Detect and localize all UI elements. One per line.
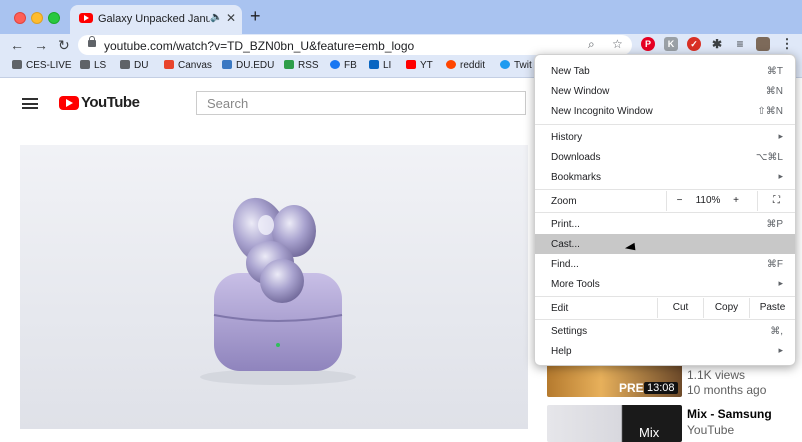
menu-separator — [535, 296, 795, 297]
tab-close-button[interactable]: ✕ — [226, 11, 236, 25]
zoom-icon[interactable]: ⌕ — [588, 37, 595, 52]
menu-item-bookmarks[interactable]: Bookmarks ▸ — [535, 167, 795, 187]
lock-icon[interactable] — [88, 36, 96, 47]
youtube-favicon-icon — [79, 13, 93, 23]
menu-item-new-incognito-window[interactable]: New Incognito Window ⇧⌘N — [535, 101, 795, 121]
video-player[interactable] — [20, 145, 528, 429]
zoom-out-button[interactable]: − — [666, 191, 692, 211]
du-icon — [222, 60, 232, 69]
reddit-icon — [446, 60, 456, 69]
tab-youtube[interactable]: Galaxy Unpacked January 🔈 ✕ — [70, 5, 242, 34]
speaker-icon[interactable]: 🔈 — [210, 12, 222, 23]
bookmark-item[interactable]: LI — [369, 60, 391, 71]
chevron-right-icon: ▸ — [778, 131, 783, 141]
twitter-icon — [500, 60, 510, 69]
toolbar: ← → ↻ youtube.com/watch?v=TD_BZN0bn_U&fe… — [0, 34, 802, 56]
bookmark-item[interactable]: YT — [406, 60, 433, 71]
menu-item-cast[interactable]: Cast... — [535, 234, 795, 254]
chevron-right-icon: ▸ — [778, 278, 783, 288]
menu-item-history[interactable]: History ▸ — [535, 127, 795, 147]
bookmark-icon — [12, 60, 22, 69]
extension-icon[interactable]: ✓ — [687, 37, 701, 51]
back-button[interactable]: ← — [10, 36, 24, 54]
close-window-button[interactable] — [14, 12, 26, 24]
menu-zoom-row: Zoom − 110% + ⛶ — [535, 191, 795, 211]
youtube-logo-icon[interactable] — [59, 96, 79, 110]
reload-button[interactable]: ↻ — [58, 36, 70, 54]
media-control-icon[interactable]: ≡ — [733, 37, 747, 51]
browser-window: Galaxy Unpacked January 🔈 ✕ + ← → ↻ yout… — [0, 0, 802, 442]
chevron-right-icon: ▸ — [778, 171, 783, 181]
tab-title: Galaxy Unpacked January — [98, 13, 210, 25]
duration-badge: 13:08 — [644, 382, 678, 394]
bookmark-item[interactable]: DU.EDU — [222, 60, 274, 71]
menu-kebab-icon[interactable]: ⋮ — [780, 37, 794, 51]
url-text[interactable]: youtube.com/watch?v=TD_BZN0bn_U&feature=… — [104, 39, 414, 53]
bookmark-star-icon[interactable]: ☆ — [612, 37, 623, 51]
bookmark-item[interactable]: Canvas — [164, 60, 212, 71]
canvas-icon — [164, 60, 174, 69]
linkedin-icon — [369, 60, 379, 69]
mix-title[interactable]: Mix - Samsung — [687, 407, 772, 421]
menu-separator — [535, 319, 795, 320]
zoom-in-button[interactable]: + — [724, 191, 748, 211]
bookmark-icon — [80, 60, 90, 69]
menu-item-new-tab[interactable]: New Tab ⌘T — [535, 61, 795, 81]
menu-item-help[interactable]: Help ▸ — [535, 341, 795, 361]
new-tab-button[interactable]: + — [250, 7, 261, 25]
menu-item-more-tools[interactable]: More Tools ▸ — [535, 274, 795, 294]
chrome-main-menu: New Tab ⌘T New Window ⌘N New Incognito W… — [534, 54, 796, 366]
cut-button[interactable]: Cut — [657, 298, 703, 318]
menu-separator — [535, 189, 795, 190]
paste-button[interactable]: Paste — [749, 298, 795, 318]
bookmark-item[interactable]: CES-LIVE — [12, 60, 72, 71]
avatar[interactable] — [756, 37, 770, 51]
rss-icon — [284, 60, 294, 69]
copy-button[interactable]: Copy — [703, 298, 749, 318]
mix-channel: YouTube — [687, 423, 735, 437]
menu-item-settings[interactable]: Settings ⌘, — [535, 321, 795, 341]
extension-icon[interactable]: K — [664, 37, 678, 51]
bookmark-item[interactable]: reddit — [446, 60, 485, 71]
views-count: 1.1K views — [687, 368, 746, 382]
upload-age: 10 months ago — [687, 383, 767, 397]
forward-button[interactable]: → — [34, 36, 48, 54]
bookmark-item[interactable]: RSS — [284, 60, 319, 71]
menu-item-find[interactable]: Find... ⌘F — [535, 254, 795, 274]
address-bar[interactable]: youtube.com/watch?v=TD_BZN0bn_U&feature=… — [78, 35, 632, 55]
facebook-icon — [330, 60, 340, 69]
chevron-right-icon: ▸ — [778, 345, 783, 355]
folder-icon — [120, 60, 130, 69]
minimize-window-button[interactable] — [31, 12, 43, 24]
youtube-logo-text[interactable]: YouTube — [81, 94, 140, 111]
menu-item-new-window[interactable]: New Window ⌘N — [535, 81, 795, 101]
menu-separator — [535, 124, 795, 125]
bookmark-item[interactable]: FB — [330, 60, 357, 71]
fullscreen-icon[interactable]: ⛶ — [757, 191, 795, 211]
tab-strip: Galaxy Unpacked January 🔈 ✕ + — [0, 0, 802, 34]
zoom-window-button[interactable] — [48, 12, 60, 24]
menu-item-print[interactable]: Print... ⌘P — [535, 214, 795, 234]
zoom-level: 110% — [695, 195, 721, 206]
hamburger-menu-icon[interactable] — [22, 98, 38, 109]
puzzle-icon[interactable]: ✱ — [710, 37, 724, 51]
search-input[interactable]: Search — [196, 91, 526, 115]
pinterest-extension-icon[interactable]: P — [641, 37, 655, 51]
menu-item-downloads[interactable]: Downloads ⌥⌘L — [535, 147, 795, 167]
menu-separator — [535, 212, 795, 213]
youtube-icon — [406, 60, 416, 69]
mix-thumbnail[interactable]: Mix — [547, 405, 682, 442]
mix-badge: Mix — [639, 425, 660, 440]
pre-badge: PRE — [619, 381, 644, 395]
menu-edit-row: Edit Cut Copy Paste — [535, 298, 795, 318]
bookmark-item[interactable]: LS — [80, 60, 106, 71]
earbuds-image — [200, 197, 356, 385]
bookmark-item[interactable]: Twit — [500, 60, 532, 71]
bookmark-folder[interactable]: DU — [120, 60, 148, 71]
search-placeholder: Search — [207, 96, 249, 111]
